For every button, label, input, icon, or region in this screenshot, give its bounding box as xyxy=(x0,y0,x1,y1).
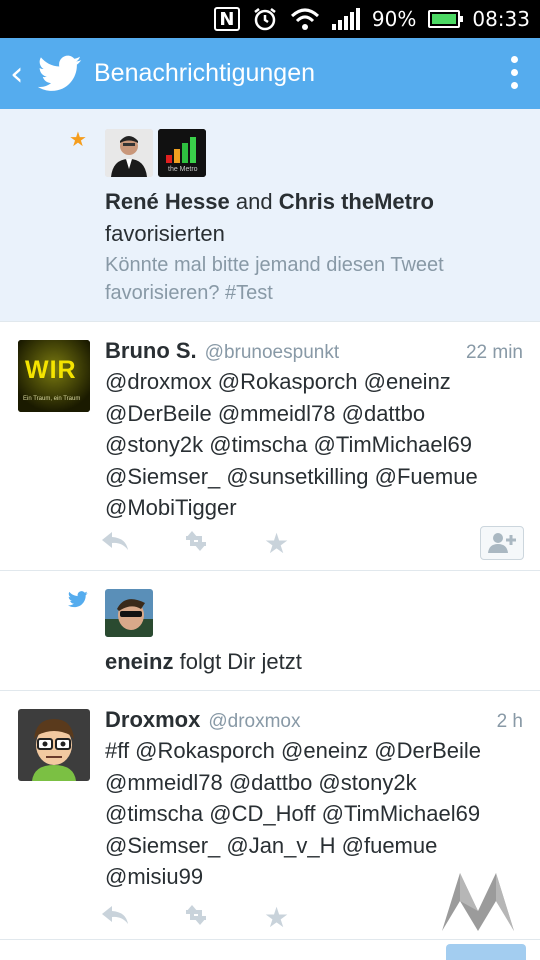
tweet-line: @Siemser_ @Jan_v_H @fuemue xyxy=(105,832,438,858)
nfc-icon: N xyxy=(213,7,240,31)
tweet-timestamp: 2 h xyxy=(496,711,523,732)
follow-text: eneinz folgt Dir jetzt xyxy=(105,646,302,678)
battery-icon xyxy=(428,10,464,28)
user-name-chris[interactable]: Chris theMetro xyxy=(279,189,434,214)
retweet-icon[interactable] xyxy=(180,902,264,933)
tweet-author-handle[interactable]: @brunoespunkt xyxy=(205,342,339,364)
page-title: Benachrichtigungen xyxy=(94,59,315,87)
tweet-author-name[interactable]: Droxmox xyxy=(105,707,200,733)
tweet-header: Bruno S. @brunoespunkt 22 min xyxy=(105,338,523,364)
favorite-star-icon[interactable]: ★ xyxy=(264,527,289,560)
tweet-item[interactable]: WIR Ein Traum, ein Traum Bruno S. @bruno… xyxy=(0,322,540,571)
tweet-text: #ff @Rokasporch @eneinz @DerBeile @mmeid… xyxy=(105,735,525,893)
avatar-label: WIR xyxy=(25,356,77,384)
tweet-actions: ★ xyxy=(100,901,289,934)
avatar-chris-themetro[interactable]: the Metro xyxy=(158,129,206,177)
back-chevron-icon[interactable]: ‹ xyxy=(10,54,28,94)
follow-user-button-partial[interactable] xyxy=(446,944,526,960)
avatar-rene-hesse[interactable] xyxy=(105,129,153,177)
tweet-text: @droxmox @Rokasporch @eneinz @DerBeile @… xyxy=(105,366,525,524)
twitter-bird-icon[interactable] xyxy=(37,54,82,94)
follower-name[interactable]: eneinz xyxy=(105,649,173,674)
tweet-line: @mmeidl78 @dattbo @stony2k xyxy=(105,769,417,795)
tweet-line: @DerBeile @mmeidl78 @dattbo xyxy=(105,400,426,426)
favorite-star-icon: ★ xyxy=(69,127,87,151)
avatar-droxmox[interactable] xyxy=(18,709,90,781)
favorited-tweet-text: Könnte mal bitte jemand diesen Tweet fav… xyxy=(105,254,444,304)
action-bar: ‹ Benachrichtigungen xyxy=(0,38,540,109)
tweet-author-name[interactable]: Bruno S. xyxy=(105,338,197,364)
reply-icon[interactable] xyxy=(100,902,180,933)
reply-icon[interactable] xyxy=(100,528,180,559)
overflow-menu-icon[interactable] xyxy=(511,56,518,89)
follow-action: folgt Dir jetzt xyxy=(179,649,302,674)
tweet-item[interactable]: Droxmox @droxmox 2 h #ff @Rokasporch @en… xyxy=(0,691,540,940)
tweet-line: @Siemser_ @sunsetkilling @Fuemue xyxy=(105,463,478,489)
favorite-star-icon[interactable]: ★ xyxy=(264,901,289,934)
tweet-line: @stony2k @timscha @TimMichael69 xyxy=(105,432,472,457)
watermark-logo-icon xyxy=(440,871,516,938)
avatar-bruno[interactable]: WIR Ein Traum, ein Traum xyxy=(18,340,90,412)
tweet-timestamp: 22 min xyxy=(465,342,523,363)
tweet-line: @droxmox @Rokasporch @eneinz xyxy=(105,369,451,394)
follow-notification[interactable]: eneinz folgt Dir jetzt xyxy=(0,571,540,691)
alarm-icon xyxy=(252,6,278,32)
retweet-icon[interactable] xyxy=(180,528,264,559)
tweet-line: @timscha @CD_Hoff @TimMichael69 xyxy=(105,801,481,826)
wifi-icon xyxy=(290,7,320,31)
tweet-author-handle[interactable]: @droxmox xyxy=(208,711,300,733)
signal-icon xyxy=(331,8,360,30)
status-bar: N 90% 08:33 xyxy=(0,0,540,38)
tweet-header: Droxmox @droxmox 2 h xyxy=(105,707,523,733)
next-item-partial xyxy=(0,940,540,960)
follow-user-icon[interactable] xyxy=(480,526,524,560)
user-name-rene[interactable]: René Hesse xyxy=(105,189,230,214)
clock: 08:33 xyxy=(472,7,530,31)
avatar-caption: the Metro xyxy=(168,166,198,173)
tweet-actions: ★ xyxy=(100,527,289,560)
favorite-notification[interactable]: ★ the Metro René Hesse and Chris theMetr… xyxy=(0,109,540,322)
favorite-action: favorisierten xyxy=(105,221,225,246)
battery-percent: 90% xyxy=(371,7,417,31)
avatar-caption: Ein Traum, ein Traum xyxy=(23,396,81,402)
avatar-eneinz[interactable] xyxy=(105,589,153,637)
connector-text: and xyxy=(235,189,273,214)
tweet-line: @MobiTigger xyxy=(105,495,237,520)
favorite-headline: René Hesse and Chris theMetro favorisier… xyxy=(105,186,525,250)
twitter-bird-icon xyxy=(67,591,88,613)
tweet-line: #ff @Rokasporch @eneinz @DerBeile xyxy=(105,738,481,763)
